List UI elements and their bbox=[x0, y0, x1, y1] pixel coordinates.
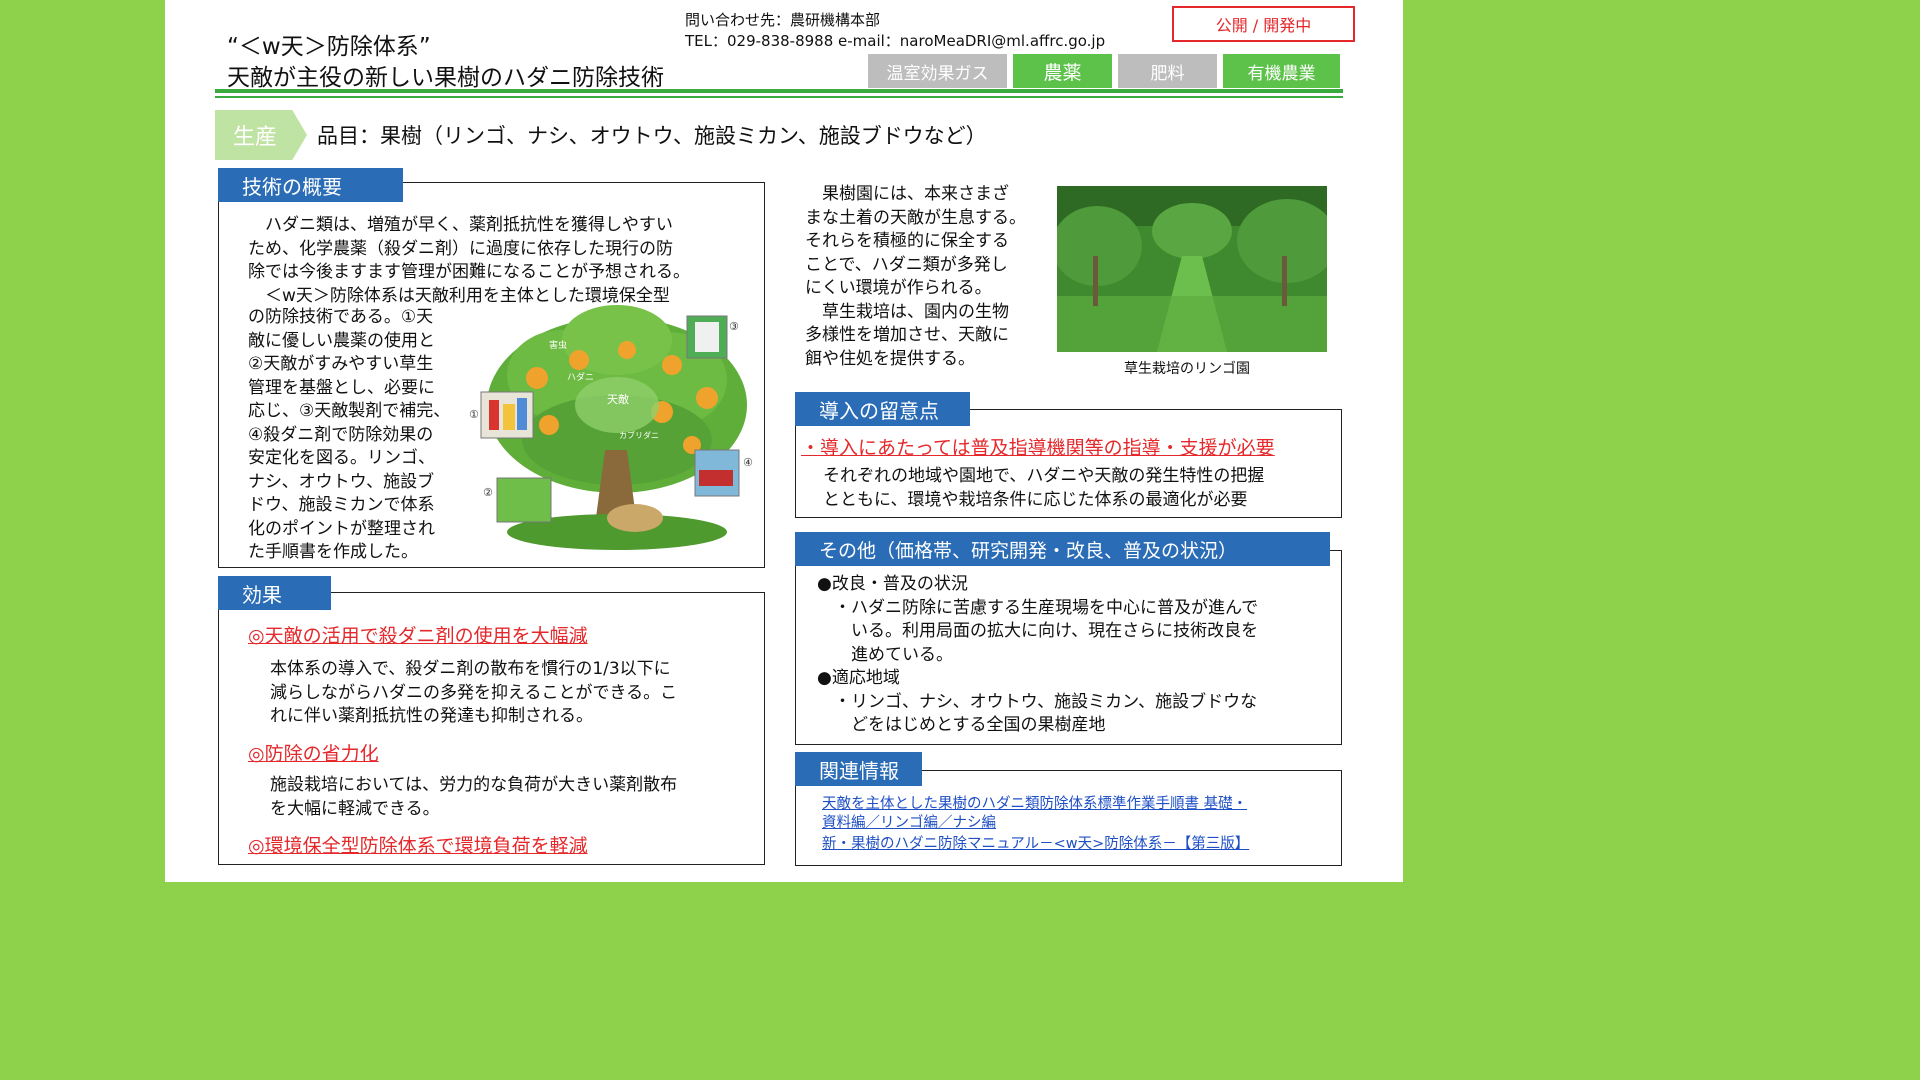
marker-3: ③ bbox=[729, 320, 739, 333]
category-chevron: 生産 bbox=[215, 110, 307, 160]
orchard-text: 果樹園には、本来さまざ まな土着の天敵が生息する。 それらを積極的に保全する こ… bbox=[805, 184, 1026, 369]
effect-heading-3: ◎環境保全型防除体系で環境負荷を軽減 bbox=[248, 835, 588, 857]
title-line-1: “＜w天＞防除体系” bbox=[227, 34, 431, 60]
category-tags: 温室効果ガス 農薬 肥料 有機農業 bbox=[868, 54, 1340, 88]
effect-text-2: 施設栽培においては、労力的な負荷が大きい薬剤散布 を大幅に軽減できる。 bbox=[270, 775, 678, 819]
orchard-photo bbox=[1057, 186, 1327, 352]
overview-heading: 技術の概要 bbox=[218, 168, 403, 202]
marker-4: ④ bbox=[743, 456, 753, 469]
other-content: ●改良・普及の状況 ・ハダニ防除に苦慮する生産現場を中心に普及が進んで いる。利… bbox=[817, 573, 1337, 738]
other-bullet-1: ●改良・普及の状況 bbox=[817, 574, 968, 594]
header-divider bbox=[215, 89, 1343, 98]
contact-line-1: 問い合わせ先：農研機構本部 bbox=[685, 11, 881, 29]
natural-enemy-label: 天敵 bbox=[607, 393, 629, 406]
crop-items: 品目：果樹（リンゴ、ナシ、オウトウ、施設ミカン、施設ブドウなど） bbox=[317, 124, 987, 148]
status-badge: 公開 / 開発中 bbox=[1172, 6, 1355, 42]
other-heading: その他（価格帯、研究開発・改良、普及の状況） bbox=[795, 532, 1330, 566]
tag-fertilizer: 肥料 bbox=[1118, 54, 1217, 88]
photo-ground-cover bbox=[496, 477, 552, 523]
contact-info: 問い合わせ先：農研機構本部 TEL：029-838-8988 e-mail：na… bbox=[685, 10, 1105, 52]
notes-heading-1: ・導入にあたっては普及指導機関等の指導・支援が必要 bbox=[801, 437, 1275, 459]
document-page: “＜w天＞防除体系” 天敵が主役の新しい果樹のハダニ防除技術 問い合わせ先：農研… bbox=[165, 0, 1403, 882]
related-link-2[interactable]: 新・果樹のハダニ防除マニュアル－<w天>防除体系－【第三版】 bbox=[822, 835, 1332, 854]
contact-line-2: TEL：029-838-8988 e-mail：naroMeaDRI@ml.af… bbox=[685, 32, 1106, 50]
effect-text-1: 本体系の導入で、殺ダニ剤の散布を慣行の1/3以下に 減らしながらハダニの多発を抑… bbox=[270, 659, 678, 726]
tag-pesticide: 農薬 bbox=[1013, 54, 1112, 88]
other-bullet-2: ●適応地域 bbox=[817, 668, 900, 688]
effects-heading: 効果 bbox=[218, 576, 331, 610]
spider-mite-label: ハダニ bbox=[567, 371, 594, 383]
related-heading: 関連情報 bbox=[795, 752, 922, 786]
pest-label: 害虫 bbox=[549, 339, 567, 351]
title-line-2: 天敵が主役の新しい果樹のハダニ防除技術 bbox=[227, 65, 664, 91]
notes-text: それぞれの地域や園地で、ハダニや天敵の発生特性の把握 とともに、環境や栽培条件に… bbox=[823, 466, 1265, 510]
ground-inset bbox=[607, 504, 663, 532]
effect-heading-1: ◎天敵の活用で殺ダニ剤の使用を大幅減 bbox=[248, 625, 588, 647]
overview-para2: の防除技術である。①天 敵に優しい農薬の使用と ②天敵がすみやすい草生 管理を基… bbox=[248, 307, 451, 562]
tag-greenhouse-gas: 温室効果ガス bbox=[868, 54, 1007, 88]
predatory-mite-label: カブリダニ bbox=[619, 430, 659, 440]
tree-illustration: 天敵 害虫 ハダニ カブリダニ ① ② ③ ④ bbox=[469, 305, 753, 550]
tag-organic-farming: 有機農業 bbox=[1223, 54, 1340, 88]
marker-2: ② bbox=[483, 486, 493, 499]
related-links: 天敵を主体とした果樹のハダニ類防除体系標準作業手順書 基礎・ 資料編／リンゴ編／… bbox=[822, 795, 1332, 854]
effect-heading-2: ◎防除の省力化 bbox=[248, 743, 379, 765]
marker-1: ① bbox=[469, 408, 479, 421]
overview-para1: ハダニ類は、増殖が早く、薬剤抵抗性を獲得しやすい ため、化学農薬（殺ダニ剤）に過… bbox=[248, 215, 690, 306]
orchard-caption: 草生栽培のリンゴ園 bbox=[1124, 361, 1250, 377]
notes-heading: 導入の留意点 bbox=[795, 392, 970, 426]
related-link-1[interactable]: 天敵を主体とした果樹のハダニ類防除体系標準作業手順書 基礎・ 資料編／リンゴ編／… bbox=[822, 795, 1332, 833]
